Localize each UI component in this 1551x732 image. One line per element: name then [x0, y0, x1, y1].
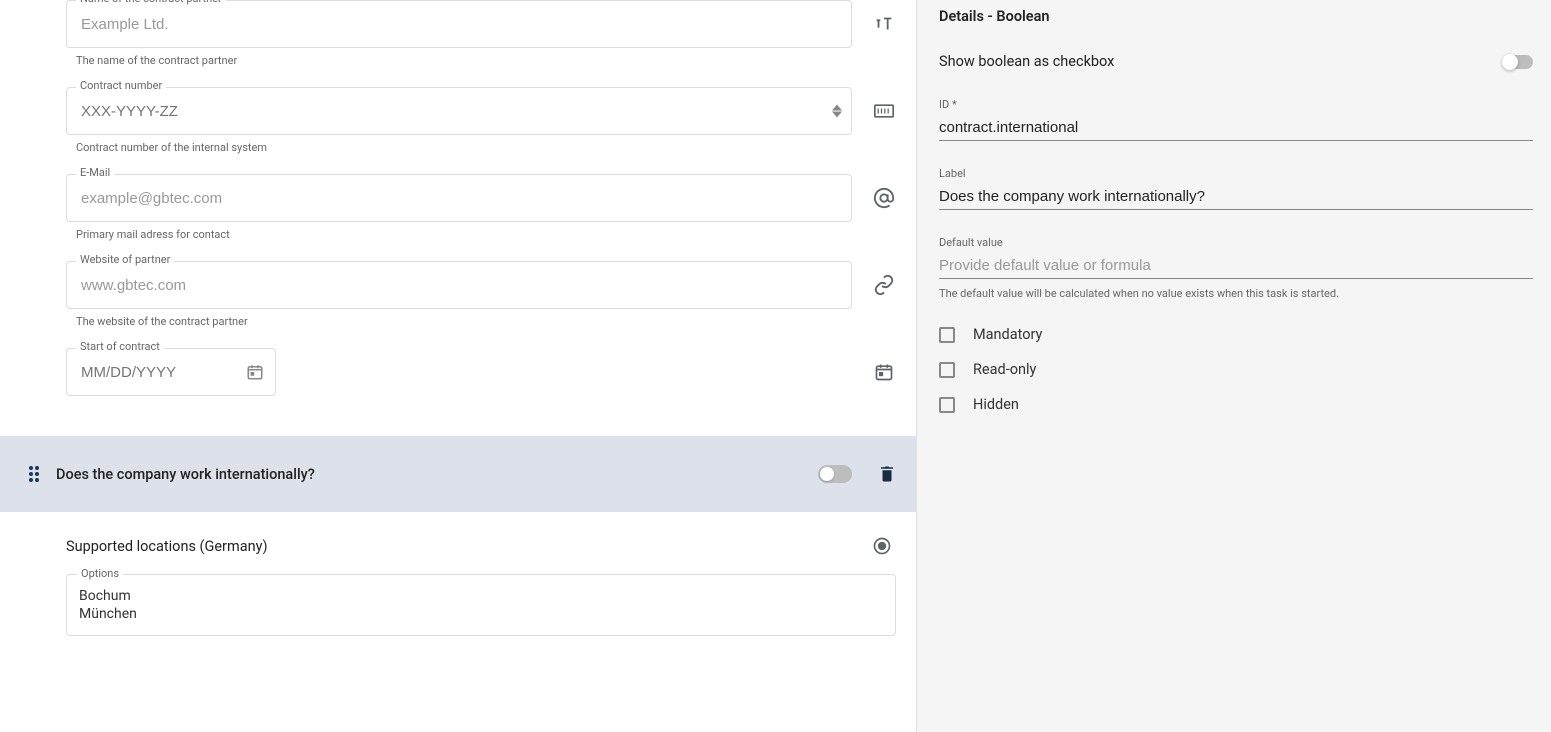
link-type-icon — [872, 261, 896, 309]
field-contract-number: Contract number Contract number of the i… — [66, 87, 896, 154]
delete-icon[interactable] — [878, 464, 896, 484]
partner-name-input[interactable] — [66, 0, 852, 48]
label-field: Label — [939, 167, 1533, 210]
hidden-option: Hidden — [939, 396, 1533, 413]
readonly-label: Read-only — [973, 361, 1036, 378]
boolean-toggle[interactable] — [818, 465, 852, 483]
details-title: Details - Boolean — [939, 8, 1533, 25]
id-input[interactable] — [939, 115, 1533, 141]
field-label: E-Mail — [76, 166, 114, 179]
helper-text: Primary mail adress for contact — [66, 228, 852, 241]
start-date-input[interactable] — [66, 348, 276, 396]
field-label: Start of contract — [76, 340, 164, 353]
field-label: Website of partner — [76, 253, 174, 266]
options-label: Options — [77, 567, 123, 580]
show-as-checkbox-toggle[interactable] — [1503, 55, 1533, 69]
email-input[interactable] — [66, 174, 852, 222]
locations-field: Supported locations (Germany) Options Bo… — [0, 512, 916, 656]
options-box[interactable]: Options Bochum München — [66, 574, 896, 636]
label-input[interactable] — [939, 184, 1533, 210]
helper-text: The name of the contract partner — [66, 54, 852, 67]
list-item: München — [79, 605, 883, 623]
locations-title: Supported locations (Germany) — [66, 538, 268, 555]
field-website: Website of partner The website of the co… — [66, 261, 896, 328]
helper-text: Contract number of the internal system — [66, 141, 852, 154]
selected-boolean-field[interactable]: Does the company work internationally? — [0, 436, 916, 512]
default-helper: The default value will be calculated whe… — [939, 287, 1533, 300]
form-editor-panel: Name of the contract partner The name of… — [0, 0, 917, 732]
mandatory-checkbox[interactable] — [939, 327, 955, 343]
date-type-icon — [872, 348, 896, 396]
id-label: ID * — [939, 98, 1533, 111]
label-label: Label — [939, 167, 1533, 180]
show-as-checkbox-label: Show boolean as checkbox — [939, 53, 1114, 70]
field-label: Name of the contract partner — [76, 0, 226, 5]
readonly-option: Read-only — [939, 361, 1533, 378]
details-panel: Details - Boolean Show boolean as checkb… — [917, 0, 1551, 732]
calendar-picker-icon[interactable] — [246, 363, 264, 381]
form-fields-section: Name of the contract partner The name of… — [0, 0, 916, 436]
number-type-icon — [872, 87, 896, 135]
number-spinner[interactable] — [832, 105, 842, 118]
boolean-field-label: Does the company work internationally? — [56, 466, 802, 483]
field-start-date: Start of contract — [66, 348, 896, 396]
radio-type-icon — [872, 536, 892, 556]
field-label: Contract number — [76, 79, 166, 92]
email-type-icon — [872, 174, 896, 222]
show-as-checkbox-row: Show boolean as checkbox — [939, 53, 1533, 70]
default-label: Default value — [939, 236, 1533, 249]
default-value-input[interactable] — [939, 253, 1533, 279]
helper-text: The website of the contract partner — [66, 315, 852, 328]
website-input[interactable] — [66, 261, 852, 309]
hidden-checkbox[interactable] — [939, 397, 955, 413]
default-value-field: Default value The default value will be … — [939, 236, 1533, 300]
id-field: ID * — [939, 98, 1533, 141]
mandatory-label: Mandatory — [973, 326, 1042, 343]
field-partner-name: Name of the contract partner The name of… — [66, 0, 896, 67]
field-email: E-Mail Primary mail adress for contact — [66, 174, 896, 241]
readonly-checkbox[interactable] — [939, 362, 955, 378]
drag-handle-icon[interactable] — [28, 465, 40, 483]
contract-number-input[interactable] — [66, 87, 852, 135]
hidden-label: Hidden — [973, 396, 1019, 413]
mandatory-option: Mandatory — [939, 326, 1533, 343]
text-type-icon — [872, 0, 896, 48]
list-item: Bochum — [79, 587, 883, 605]
